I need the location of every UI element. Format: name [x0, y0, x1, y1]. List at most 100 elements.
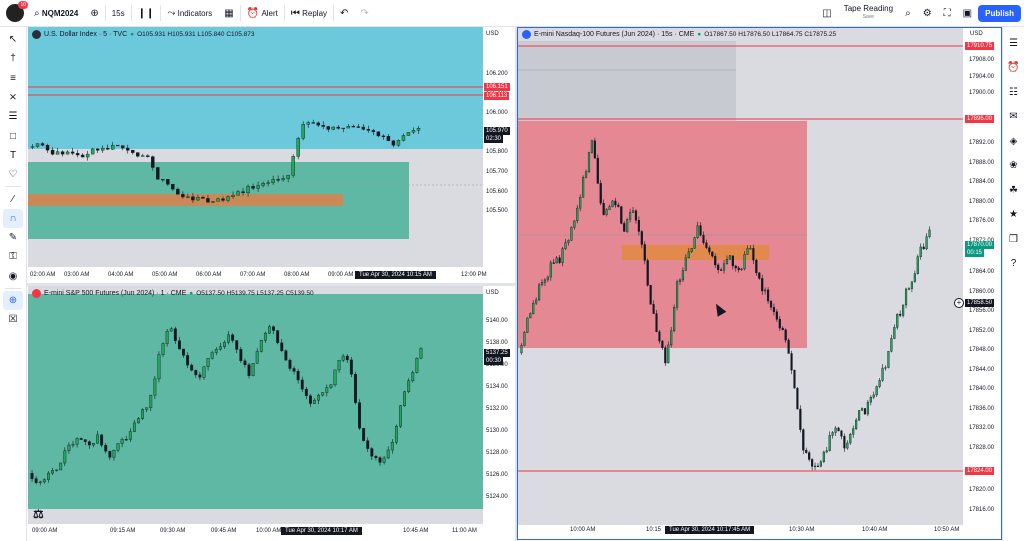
alert-button[interactable]: ⏰ Alert: [241, 0, 284, 27]
magnet-icon[interactable]: ∩: [3, 208, 23, 228]
nq-title: E-mini Nasdaq-100 Futures (Jun 2024) · 1…: [534, 31, 695, 38]
compare-button[interactable]: ⊕: [84, 0, 104, 27]
dxy-time-tick: 06:00 AM: [196, 272, 222, 278]
nq-candle: [857, 410, 861, 421]
es-price-tick: 5128.00: [486, 450, 508, 456]
heart-icon[interactable]: ♡: [3, 165, 23, 184]
lock-icon[interactable]: ⚿: [3, 247, 23, 266]
watchlist-icon[interactable]: ☰: [1005, 31, 1023, 56]
es-candle: [354, 374, 357, 403]
pattern-icon[interactable]: ☰: [3, 107, 23, 126]
nq-time-tick: 10:00 AM: [570, 527, 596, 533]
dxy-candle: [326, 126, 330, 130]
nq-candle: [758, 272, 761, 279]
templates-button[interactable]: ▦: [218, 0, 239, 27]
nq-candle: [720, 269, 723, 271]
nq-chart-canvas[interactable]: [518, 27, 1001, 541]
es-candle: [112, 450, 116, 458]
add-price-alert-button[interactable]: +: [954, 298, 964, 308]
es-candle: [165, 330, 169, 344]
dxy-time-tick: 12:00 PM: [461, 272, 487, 278]
nq-ohlc: O17867.50 H17876.50 L17864.75 C17875.25: [704, 31, 837, 38]
layers-icon[interactable]: ◈: [1005, 129, 1023, 154]
comments-icon[interactable]: ❒: [1005, 227, 1023, 252]
layout-select-button[interactable]: ◫: [816, 0, 837, 27]
nq-candle: [734, 265, 737, 269]
es-candle: [374, 456, 378, 458]
es-candle: [386, 449, 390, 459]
es-currency[interactable]: USD: [486, 290, 499, 296]
quick-search-button[interactable]: ⌕: [899, 0, 917, 27]
dxy-candle: [100, 147, 105, 151]
indicators-button[interactable]: ⤳ Indicators: [161, 0, 218, 27]
layout-name-button[interactable]: Tape Reading Save: [838, 0, 899, 27]
nq-candle: [816, 465, 820, 467]
ideas-icon[interactable]: ❀: [1005, 154, 1023, 179]
chart-pane-es[interactable]: E-mini S&P 500 Futures (Jun 2024) · 1 · …: [28, 286, 515, 541]
chart-type-button[interactable]: ❙❙: [132, 0, 161, 27]
dxy-candle: [236, 191, 240, 196]
nq-candle: [634, 210, 638, 221]
es-candle: [362, 427, 366, 441]
es-chart-canvas[interactable]: [28, 286, 515, 541]
replay-button[interactable]: ⏮ Replay: [285, 0, 333, 27]
es-candle: [382, 457, 386, 463]
chart-pane-nq[interactable]: E-mini Nasdaq-100 Futures (Jun 2024) · 1…: [518, 27, 1001, 541]
es-candle: [313, 399, 316, 404]
globe-icon[interactable]: ⊕: [3, 290, 23, 311]
pane-divider-horizontal[interactable]: [27, 283, 515, 286]
nq-candle: [893, 327, 896, 339]
crosshair-line-icon[interactable]: †: [3, 49, 23, 68]
es-candle: [173, 328, 177, 341]
publish-button[interactable]: Publish: [978, 4, 1021, 22]
dxy-candle: [406, 132, 411, 136]
es-candle: [308, 395, 312, 404]
dxy-title: U.S. Dollar Index · 5 · TVC: [44, 31, 128, 38]
help-icon[interactable]: ?: [1005, 252, 1023, 277]
object-tree-icon[interactable]: ☷: [1005, 80, 1023, 105]
nq-candle: [802, 429, 805, 451]
chart-pane-dxy[interactable]: U.S. Dollar Index · 5 · TVC ● O105.931 H…: [28, 27, 515, 283]
settings-button[interactable]: ⚙: [917, 0, 938, 27]
symbol-search[interactable]: ⌕ NQM2024: [28, 0, 84, 27]
dxy-chart-canvas[interactable]: [28, 27, 515, 283]
nq-candle: [576, 207, 579, 222]
nq-candle: [549, 262, 552, 278]
es-time-tick: 11:00 AM: [452, 528, 477, 534]
es-candle: [407, 380, 411, 393]
eye-icon[interactable]: ◉: [3, 267, 23, 286]
ruler-icon[interactable]: ∕: [3, 189, 23, 208]
text-icon[interactable]: T: [3, 146, 23, 165]
es-candle: [419, 348, 423, 359]
nq-price-tick: 17904.00: [969, 73, 995, 80]
nq-candle: [772, 307, 776, 312]
nq-candle: [696, 225, 699, 238]
dxy-currency[interactable]: USD: [486, 31, 499, 37]
pane-divider-vertical[interactable]: [515, 27, 518, 541]
cursor-icon[interactable]: ↖: [3, 30, 23, 49]
es-price-tick: 5132.00: [486, 406, 508, 412]
avatar[interactable]: 10: [6, 1, 28, 22]
redo-button[interactable]: ↷: [354, 0, 374, 27]
nq-currency[interactable]: USD: [970, 31, 983, 37]
undo-button[interactable]: ↶: [334, 0, 354, 27]
es-candle: [63, 450, 67, 464]
chat-icon[interactable]: ✉: [1005, 105, 1023, 130]
dxy-candle: [401, 135, 406, 141]
nq-candle: [775, 311, 778, 320]
trend-line-icon[interactable]: ≡: [3, 69, 23, 88]
interval-button[interactable]: 15s: [106, 0, 131, 27]
fullscreen-button[interactable]: ⛶: [938, 0, 957, 27]
nq-candle: [728, 255, 731, 260]
snapshot-button[interactable]: ▣: [957, 0, 978, 27]
fib-icon[interactable]: ⨯: [3, 88, 23, 107]
measure-icon[interactable]: □: [3, 126, 23, 145]
es-candle: [317, 394, 321, 401]
trash-icon[interactable]: ☒: [3, 310, 23, 329]
alerts-clock-icon[interactable]: ⏰: [1005, 56, 1023, 81]
es-candle: [272, 326, 276, 331]
hotlist-icon[interactable]: ★: [1005, 203, 1023, 228]
nq-candle: [866, 401, 869, 415]
pine-icon[interactable]: ☘: [1005, 178, 1023, 203]
lock-draw-icon[interactable]: ✎: [3, 228, 23, 247]
